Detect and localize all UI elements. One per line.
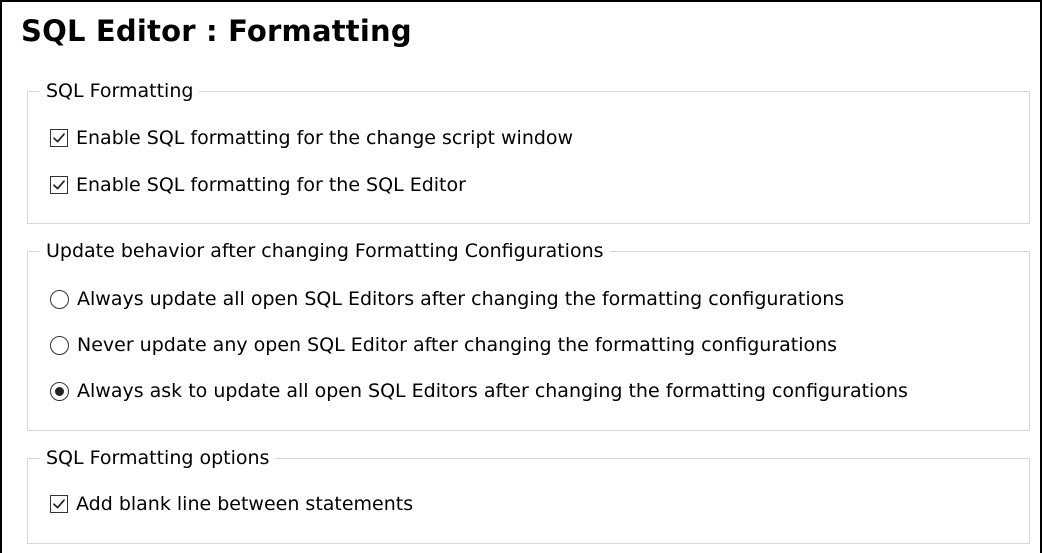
update-behavior-group: Update behavior after changing Formattin… — [27, 237, 1030, 431]
never-update-label[interactable]: Never update any open SQL Editor after c… — [77, 331, 837, 359]
enable-sql-editor-formatting-option[interactable]: Enable SQL formatting for the SQL Editor — [50, 171, 466, 199]
always-update-radio[interactable] — [50, 289, 69, 309]
add-blank-line-checkbox[interactable] — [50, 495, 68, 513]
always-ask-radio[interactable] — [50, 381, 69, 401]
enable-change-script-formatting-checkbox[interactable] — [50, 129, 68, 147]
enable-sql-editor-formatting-checkbox[interactable] — [50, 176, 68, 194]
update-behavior-legend: Update behavior after changing Formattin… — [40, 237, 610, 265]
always-ask-label[interactable]: Always ask to update all open SQL Editor… — [77, 377, 908, 405]
never-update-radio[interactable] — [50, 335, 69, 355]
enable-change-script-formatting-option[interactable]: Enable SQL formatting for the change scr… — [50, 124, 573, 152]
enable-change-script-formatting-label[interactable]: Enable SQL formatting for the change scr… — [76, 124, 573, 152]
check-icon — [53, 499, 65, 509]
always-ask-option[interactable]: Always ask to update all open SQL Editor… — [50, 377, 908, 405]
formatting-options-group: SQL Formatting options Add blank line be… — [27, 444, 1030, 544]
add-blank-line-option[interactable]: Add blank line between statements — [50, 490, 413, 518]
page-title: SQL Editor : Formatting — [21, 14, 412, 48]
options-panel: SQL Editor : Formatting SQL Formatting E… — [0, 0, 1042, 553]
never-update-option[interactable]: Never update any open SQL Editor after c… — [50, 331, 837, 359]
enable-sql-editor-formatting-label[interactable]: Enable SQL formatting for the SQL Editor — [76, 171, 466, 199]
always-update-option[interactable]: Always update all open SQL Editors after… — [50, 285, 844, 313]
radio-selected-dot — [55, 386, 64, 396]
formatting-options-legend: SQL Formatting options — [40, 444, 276, 472]
sql-formatting-group: SQL Formatting Enable SQL formatting for… — [27, 77, 1030, 224]
always-update-label[interactable]: Always update all open SQL Editors after… — [77, 285, 844, 313]
check-icon — [53, 133, 65, 143]
check-icon — [53, 180, 65, 190]
sql-formatting-legend: SQL Formatting — [40, 77, 200, 105]
add-blank-line-label[interactable]: Add blank line between statements — [76, 490, 413, 518]
